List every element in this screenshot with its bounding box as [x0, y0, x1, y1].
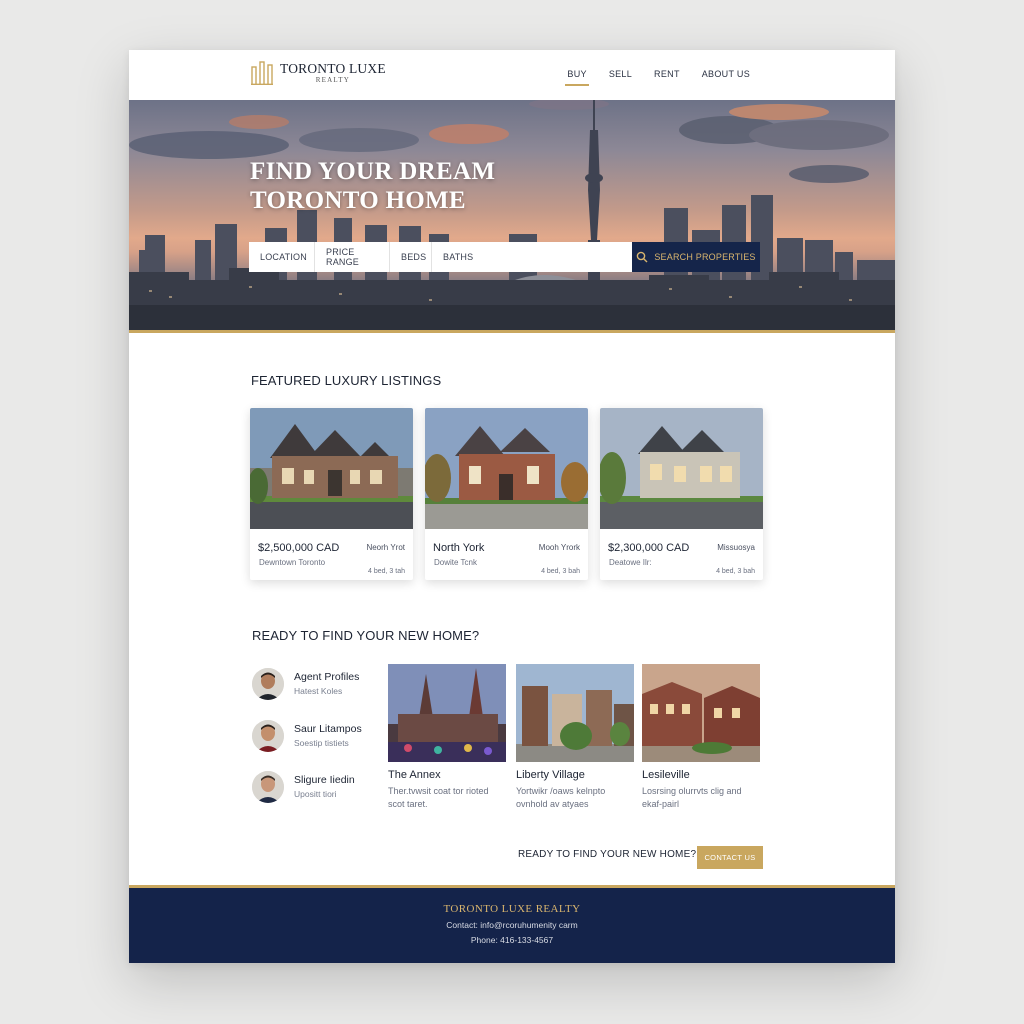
main-nav: BUY SELL RENT ABOUT US: [545, 69, 750, 86]
footer-brand: TORONTO LUXE REALTY: [443, 903, 581, 915]
nav-about-us[interactable]: ABOUT US: [702, 69, 750, 86]
hero-title: FIND YOUR DREAM TORONTO HOME: [250, 157, 495, 215]
search-button-label: SEARCH PROPERTIES: [654, 252, 756, 262]
baths-field[interactable]: BATHS: [432, 242, 632, 272]
hero-divider: [129, 330, 895, 333]
agent-item[interactable]: Agent Profiles Hatest Koles: [252, 668, 359, 700]
nav-sell[interactable]: SELL: [609, 69, 632, 86]
agent-subtitle: Soestip tistiets: [294, 738, 349, 748]
neighborhood-card[interactable]: The Annex Ther.tvwsit coat tor rioted sc…: [388, 664, 506, 810]
neighborhood-photo: [516, 664, 634, 762]
hero-banner: FIND YOUR DREAM TORONTO HOME LOCATION PR…: [129, 100, 895, 330]
neighborhood-description-line: ovnhold av atyaes: [516, 798, 589, 809]
listing-beds-baths: 4 bed, 3 bah: [716, 568, 755, 575]
agent-subtitle: Upositt tiori: [294, 789, 337, 799]
listing-beds-baths: 4 bed, 3 bah: [541, 568, 580, 575]
footer-phone[interactable]: Phone: 416-133-4567: [129, 935, 895, 945]
agent-name: Saur Litampos: [294, 723, 362, 735]
avatar: [252, 720, 284, 752]
listing-beds-baths: 4 bed, 3 tah: [368, 568, 405, 575]
nav-rent[interactable]: RENT: [654, 69, 680, 86]
house-photo: [600, 408, 763, 529]
listing-area: Dewntown Toronto: [259, 558, 326, 567]
site-header: TORONTO LUXE REALTY BUY SELL RENT ABOUT …: [129, 50, 895, 100]
logo[interactable]: TORONTO LUXE REALTY: [251, 61, 386, 85]
neighborhood-description-line: ekaf-pairl: [642, 798, 680, 809]
footer-contact[interactable]: Contact: info@rcoruhumenity carm: [129, 920, 895, 930]
ready-title: READY TO FIND YOUR NEW HOME?: [252, 628, 480, 643]
listing-location: Neorh Yrot: [366, 543, 405, 552]
search-properties-button[interactable]: SEARCH PROPERTIES: [632, 242, 760, 272]
location-field[interactable]: LOCATION: [249, 242, 315, 272]
house-photo: [425, 408, 588, 529]
neighborhood-photo: [388, 664, 506, 762]
contact-us-button[interactable]: CONTACT US: [697, 846, 763, 869]
listing-area: Deatowe Ilr:: [609, 558, 652, 567]
avatar: [252, 771, 284, 803]
featured-title: FEATURED LUXURY LISTINGS: [251, 373, 442, 388]
agent-name: Sligure Iiedin: [294, 774, 355, 786]
hero-title-line-1: FIND YOUR DREAM: [250, 158, 496, 185]
neighborhood-description: Losrsing olurrvts clig and ekaf-pairl: [642, 785, 760, 810]
house-photo: [250, 408, 413, 529]
neighborhood-name: The Annex: [388, 769, 441, 781]
neighborhood-description-line: Losrsing olurrvts clig and: [642, 786, 742, 796]
beds-field[interactable]: BEDS: [390, 242, 432, 272]
listing-price: $2,500,000 CAD: [258, 542, 340, 554]
price-range-field[interactable]: PRICE RANGE: [315, 242, 390, 272]
listing-location: Missuosya: [717, 543, 755, 552]
listing-area: Dowite Tcnk: [434, 558, 477, 567]
agent-item[interactable]: Sligure Iiedin Upositt tiori: [252, 771, 355, 803]
site-footer: TORONTO LUXE REALTY Contact: info@rcoruh…: [129, 888, 895, 963]
neighborhood-name: Lesileville: [642, 769, 690, 781]
agent-item[interactable]: Saur Litampos Soestip tistiets: [252, 720, 362, 752]
cta-text: READY TO FIND YOUR NEW HOME?: [518, 849, 697, 860]
listing-card[interactable]: $2,500,000 CAD Neorh Yrot Dewntown Toron…: [250, 408, 413, 580]
agent-subtitle: Hatest Koles: [294, 686, 343, 696]
listing-card[interactable]: North York Mooh Yrork Dowite Tcnk 4 bed,…: [425, 408, 588, 580]
neighborhood-description-line: Ther.tvwsit coat tor rioted: [388, 786, 489, 796]
avatar: [252, 668, 284, 700]
toronto-skyline-image: [129, 100, 895, 330]
logo-name: TORONTO LUXE: [280, 60, 386, 76]
property-search-bar: LOCATION PRICE RANGE BEDS BATHS SEARCH P…: [249, 242, 760, 272]
listing-card[interactable]: $2,300,000 CAD Missuosya Deatowe Ilr: 4 …: [600, 408, 763, 580]
neighborhood-card[interactable]: Liberty Village Yortwikr /oaws kelnpto o…: [516, 664, 634, 810]
neighborhood-photo: [642, 664, 760, 762]
page: TORONTO LUXE REALTY BUY SELL RENT ABOUT …: [129, 50, 895, 963]
building-logo-icon: [251, 61, 273, 85]
neighborhood-name: Liberty Village: [516, 769, 585, 781]
hero-title-line-2: TORONTO HOME: [250, 187, 466, 214]
nav-buy[interactable]: BUY: [565, 69, 590, 86]
neighborhood-description: Yortwikr /oaws kelnpto ovnhold av atyaes: [516, 785, 634, 810]
neighborhood-description-line: Yortwikr /oaws kelnpto: [516, 786, 606, 796]
listing-price: $2,300,000 CAD: [608, 542, 690, 554]
neighborhood-description: Ther.tvwsit coat tor rioted scot taret.: [388, 785, 506, 810]
agent-name: Agent Profiles: [294, 671, 360, 683]
neighborhood-card[interactable]: Lesileville Losrsing olurrvts clig and e…: [642, 664, 760, 810]
search-icon: [637, 251, 648, 263]
logo-subtitle: REALTY: [315, 76, 350, 85]
listing-location: Mooh Yrork: [538, 543, 580, 552]
neighborhood-description-line: scot taret.: [388, 798, 428, 809]
listing-price: North York: [433, 542, 485, 554]
